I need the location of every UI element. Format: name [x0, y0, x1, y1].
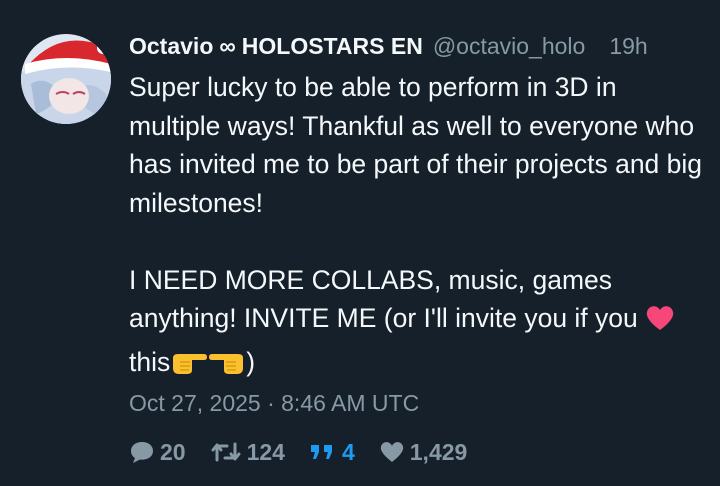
tweet-paragraph-2-line: I NEED MORE COLLABS, music, games anythi… [129, 264, 638, 334]
infinity-icon: ∞ [219, 32, 236, 59]
tweet-stats: 20 124 4 1,429 [129, 435, 491, 469]
display-name-part1: Octavio [129, 32, 214, 59]
like-count: 1,429 [409, 438, 468, 465]
reply-stat[interactable]: 20 [129, 439, 186, 466]
retweet-count: 124 [246, 438, 285, 465]
heart-icon [379, 440, 405, 464]
reply-count: 20 [160, 438, 186, 465]
reply-icon [129, 440, 155, 464]
avatar[interactable] [21, 34, 111, 124]
user-handle[interactable]: @octavio_holo [433, 33, 586, 60]
tweet-paragraph-1: Super lucky to be able to perform in 3D … [129, 72, 703, 218]
quote-stat[interactable]: 4 [309, 439, 355, 466]
display-name[interactable]: Octavio ∞ HOLOSTARS EN [129, 33, 423, 60]
pointing-left-emoji [208, 348, 246, 387]
tweet-text: Super lucky to be able to perform in 3D … [129, 68, 709, 386]
relative-time[interactable]: 19h [609, 33, 647, 60]
retweet-icon [210, 440, 242, 464]
tweet-timestamp[interactable]: Oct 27, 2025 · 8:46 AM UTC [129, 390, 419, 417]
like-stat[interactable]: 1,429 [379, 438, 468, 466]
avatar-image [21, 34, 111, 124]
quote-icon [309, 440, 337, 464]
display-name-part2: HOLOSTARS EN [241, 32, 423, 59]
tweet-paragraph-2: I NEED MORE COLLABS, music, games anythi… [129, 261, 709, 387]
retweet-stat[interactable]: 124 [210, 439, 285, 466]
tweet-paragraph-2-word: this [129, 346, 171, 377]
heart-emoji [645, 304, 675, 343]
quote-count: 4 [341, 438, 355, 465]
tweet-card: Octavio ∞ HOLOSTARS EN @octavio_holo 19h… [0, 0, 720, 486]
tweet-header: Octavio ∞ HOLOSTARS EN @octavio_holo 19h [129, 30, 709, 62]
tweet-paragraph-2-end: ) [246, 346, 256, 377]
pointing-right-emoji [170, 348, 208, 387]
